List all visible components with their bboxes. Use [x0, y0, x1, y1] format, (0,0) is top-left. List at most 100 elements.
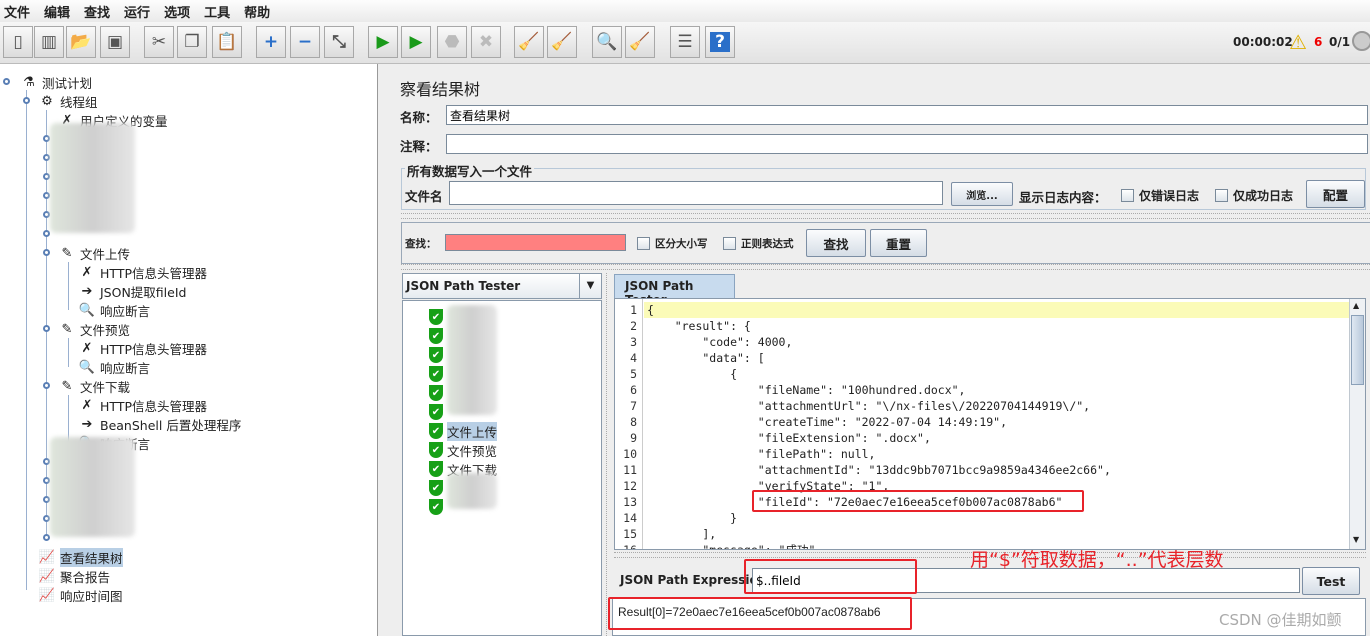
expand-toggle[interactable] — [43, 249, 50, 256]
chevron-down-icon[interactable]: ▼ — [579, 274, 601, 298]
scroll-down-icon[interactable]: ▼ — [1353, 535, 1359, 544]
expand-toggle[interactable] — [43, 135, 50, 142]
start-no-pause-button[interactable]: ▶ — [401, 26, 431, 58]
toggle-button[interactable]: ⤡ — [324, 26, 354, 58]
stop-button[interactable]: ⬣ — [437, 26, 467, 58]
line-number: 1 — [630, 303, 637, 317]
open-button[interactable]: 📂 — [66, 26, 96, 58]
splitter-handle[interactable] — [401, 264, 1370, 270]
tree-node[interactable]: ✎ 文件预览 — [58, 320, 130, 338]
menu-5[interactable]: 工具 — [204, 2, 230, 21]
tree-node[interactable]: ⚙ 线程组 — [38, 92, 97, 110]
clear-all-button[interactable]: 🧹 — [547, 26, 577, 58]
search-button[interactable]: 🔍 — [592, 26, 622, 58]
case-sensitive-label: 区分大小写 — [655, 238, 708, 250]
result-item[interactable]: ✔ — [429, 308, 447, 326]
result-item[interactable]: ✔ — [429, 498, 447, 516]
reset-button[interactable]: 重置 — [870, 229, 927, 257]
expand-toggle[interactable] — [43, 458, 50, 465]
scroll-up-icon[interactable]: ▲ — [1353, 301, 1359, 310]
success-shield-icon: ✔ — [429, 347, 443, 363]
tree-node[interactable]: 📈 响应时间图 — [38, 586, 123, 604]
collapse-button[interactable]: − — [290, 26, 320, 58]
result-item[interactable]: ✔ 文件预览 — [429, 441, 497, 459]
tree-node[interactable]: ✗ HTTP信息头管理器 — [78, 396, 207, 414]
expand-toggle[interactable] — [43, 192, 50, 199]
tab-json-path-tester[interactable]: JSON Path Tester — [614, 274, 735, 307]
regex-checkbox[interactable]: 正则表达式 — [723, 236, 794, 251]
warning-icon[interactable]: ⚠ — [1289, 30, 1307, 54]
search-input[interactable] — [445, 234, 626, 251]
expand-toggle[interactable] — [43, 325, 50, 332]
vertical-scrollbar[interactable]: ▲ ▼ — [1349, 299, 1365, 549]
response-json-viewer[interactable]: ▲ ▼ 1 {2 "result": {3 "code": 4000, 4 "dat… — [614, 298, 1366, 550]
menu-3[interactable]: 运行 — [124, 2, 150, 21]
name-input[interactable] — [446, 105, 1368, 125]
search-icon: 🔍 — [596, 32, 618, 52]
case-sensitive-checkbox[interactable]: 区分大小写 — [637, 236, 708, 251]
splitter-handle[interactable] — [401, 213, 1370, 219]
expand-toggle[interactable] — [43, 477, 50, 484]
expand-toggle[interactable] — [43, 534, 50, 541]
expand-toggle[interactable] — [43, 154, 50, 161]
tree-node[interactable]: 🔍响应断言 — [78, 301, 150, 319]
expand-toggle[interactable] — [43, 211, 50, 218]
tree-node[interactable]: 🔍响应断言 — [78, 358, 150, 376]
renderer-select[interactable]: JSON Path Tester ▼ — [402, 273, 602, 299]
browse-button[interactable]: 浏览... — [951, 182, 1013, 206]
expand-toggle[interactable] — [43, 382, 50, 389]
find-button[interactable]: 查找 — [806, 229, 866, 257]
function-helper-button[interactable]: ☰ — [670, 26, 700, 58]
tree-node[interactable]: 📈 查看结果树 — [38, 547, 123, 567]
cut-button[interactable]: ✂ — [144, 26, 174, 58]
errors-only-checkbox[interactable]: 仅错误日志 — [1121, 187, 1199, 204]
menu-1[interactable]: 编辑 — [44, 2, 70, 21]
expand-toggle[interactable] — [43, 515, 50, 522]
result-item[interactable]: ✔ — [429, 384, 447, 402]
expand-toggle[interactable] — [23, 97, 30, 104]
expand-toggle[interactable] — [43, 230, 50, 237]
help-button[interactable]: ? — [705, 26, 735, 58]
scrollbar-thumb[interactable] — [1351, 315, 1364, 385]
save-button[interactable]: ▣ — [100, 26, 130, 58]
warning-count[interactable]: 6 — [1314, 35, 1322, 49]
tree-node[interactable]: ✎ 文件下载 — [58, 377, 130, 395]
tree-node[interactable]: ✗ HTTP信息头管理器 — [78, 339, 207, 357]
expand-toggle[interactable] — [3, 78, 10, 85]
tree-node[interactable]: ➔ BeanShell 后置处理程序 — [78, 415, 242, 433]
result-item[interactable]: ✔ — [429, 479, 447, 497]
menu-2[interactable]: 查找 — [84, 2, 110, 21]
comment-input[interactable] — [446, 134, 1368, 154]
result-item[interactable]: ✔ — [429, 327, 447, 345]
menu-4[interactable]: 选项 — [164, 2, 190, 21]
menu-6[interactable]: 帮助 — [244, 2, 270, 21]
start-button[interactable]: ▶ — [368, 26, 398, 58]
filename-input[interactable] — [449, 181, 943, 205]
renderer-select-value: JSON Path Tester — [406, 279, 521, 293]
expand-toggle[interactable] — [43, 496, 50, 503]
success-only-checkbox[interactable]: 仅成功日志 — [1215, 187, 1293, 204]
menu-0[interactable]: 文件 — [4, 2, 30, 21]
configure-button[interactable]: 配置 — [1306, 180, 1365, 208]
result-item[interactable]: ✔ — [429, 365, 447, 383]
result-item[interactable]: ✔ 文件上传 — [429, 421, 498, 441]
result-item[interactable]: ✔ — [429, 346, 447, 364]
copy-button[interactable]: ❐ — [177, 26, 207, 58]
shutdown-button[interactable]: ✖ — [471, 26, 501, 58]
tree-node[interactable]: ➔ JSON提取fileId — [78, 282, 187, 300]
tree-node[interactable]: ✗ HTTP信息头管理器 — [78, 263, 207, 281]
line-number: 15 — [623, 527, 637, 541]
tree-node[interactable]: ⚗ 测试计划 — [20, 73, 92, 91]
paste-button[interactable]: 📋 — [212, 26, 242, 58]
tree-node[interactable]: 📈 聚合报告 — [38, 567, 110, 585]
splitter-handle[interactable] — [606, 273, 610, 636]
tree-node[interactable]: ✎ 文件上传 — [58, 244, 130, 262]
clear-button[interactable]: 🧹 — [514, 26, 544, 58]
expand-button[interactable]: + — [256, 26, 286, 58]
expand-toggle[interactable] — [43, 173, 50, 180]
new-button[interactable]: ▯ — [3, 26, 33, 58]
result-item[interactable]: ✔ — [429, 403, 447, 421]
test-button[interactable]: Test — [1302, 567, 1360, 595]
templates-button[interactable]: ▥ — [34, 26, 64, 58]
reset-search-button[interactable]: 🧹 — [625, 26, 655, 58]
